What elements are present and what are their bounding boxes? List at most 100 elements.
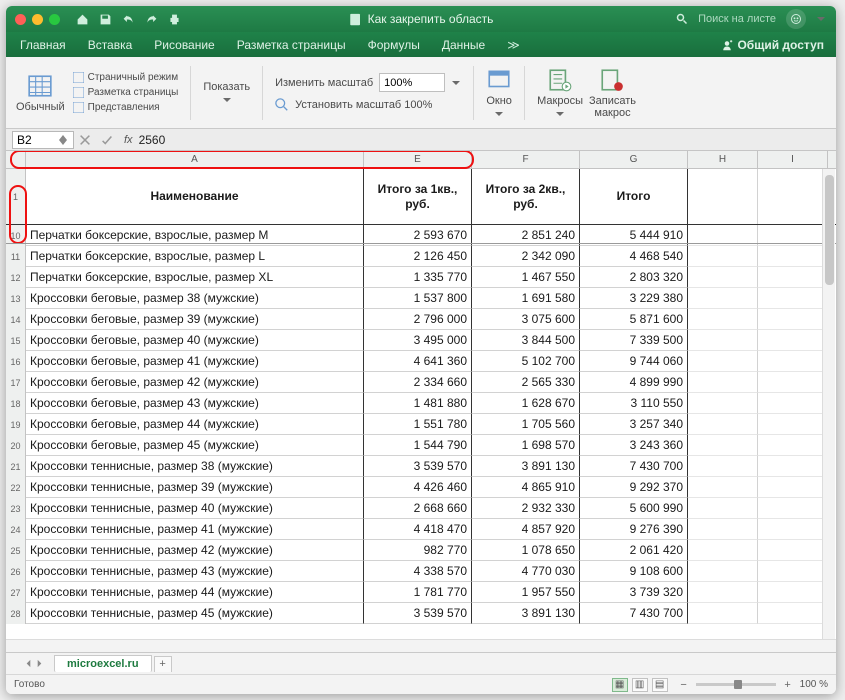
cell-total[interactable]: 9 292 370 bbox=[580, 477, 688, 498]
cell-q2[interactable]: 2 565 330 bbox=[472, 372, 580, 393]
cell-total[interactable]: 9 108 600 bbox=[580, 561, 688, 582]
row-header[interactable]: 15 bbox=[6, 330, 26, 351]
cell-name[interactable]: Кроссовки теннисные, размер 43 (мужские) bbox=[26, 561, 364, 582]
save-icon[interactable] bbox=[99, 13, 112, 26]
column-header[interactable]: E bbox=[364, 151, 472, 168]
row-header[interactable]: 18 bbox=[6, 393, 26, 414]
cell-name[interactable]: Кроссовки беговые, размер 38 (мужские) bbox=[26, 288, 364, 309]
cell-q2[interactable]: 3 075 600 bbox=[472, 309, 580, 330]
row-header[interactable]: 16 bbox=[6, 351, 26, 372]
cell-header-q1[interactable]: Итого за 1кв., руб. bbox=[364, 169, 472, 224]
column-header[interactable]: F bbox=[472, 151, 580, 168]
sheet-tab[interactable]: microexcel.ru bbox=[54, 655, 152, 672]
sheet-next-icon[interactable] bbox=[35, 659, 44, 668]
page-layout-view-icon[interactable]: ▥ bbox=[632, 678, 648, 692]
cell-name[interactable]: Кроссовки теннисные, размер 45 (мужские) bbox=[26, 603, 364, 624]
cell-name[interactable]: Кроссовки беговые, размер 41 (мужские) bbox=[26, 351, 364, 372]
cell-header-total[interactable]: Итого bbox=[580, 169, 688, 224]
cell-name[interactable]: Кроссовки теннисные, размер 42 (мужские) bbox=[26, 540, 364, 561]
cell-header-q2[interactable]: Итого за 2кв., руб. bbox=[472, 169, 580, 224]
cell-q1[interactable]: 2 334 660 bbox=[364, 372, 472, 393]
tab-data[interactable]: Данные bbox=[442, 38, 485, 52]
cell-total[interactable]: 3 243 360 bbox=[580, 435, 688, 456]
cell-q1[interactable]: 3 495 000 bbox=[364, 330, 472, 351]
user-account-icon[interactable] bbox=[786, 9, 806, 29]
print-icon[interactable] bbox=[168, 13, 181, 26]
vertical-scrollbar[interactable] bbox=[822, 169, 835, 639]
cell-name[interactable]: Кроссовки беговые, размер 39 (мужские) bbox=[26, 309, 364, 330]
row-header[interactable]: 20 bbox=[6, 435, 26, 456]
zoom-dropdown-icon[interactable] bbox=[451, 78, 461, 88]
zoom-in-icon[interactable]: + bbox=[782, 679, 794, 691]
formula-input[interactable]: 2560 bbox=[139, 133, 166, 147]
chevron-down-icon[interactable] bbox=[816, 14, 826, 24]
cell-q1[interactable]: 1 781 770 bbox=[364, 582, 472, 603]
cell-q1[interactable]: 4 426 460 bbox=[364, 477, 472, 498]
cell-q2[interactable]: 2 932 330 bbox=[472, 498, 580, 519]
cell-name[interactable]: Кроссовки беговые, размер 43 (мужские) bbox=[26, 393, 364, 414]
cell-q2[interactable]: 3 844 500 bbox=[472, 330, 580, 351]
cell-total[interactable]: 4 899 990 bbox=[580, 372, 688, 393]
cell-q1[interactable]: 3 539 570 bbox=[364, 456, 472, 477]
cell-total[interactable]: 7 430 700 bbox=[580, 603, 688, 624]
row-header[interactable]: 24 bbox=[6, 519, 26, 540]
close-icon[interactable] bbox=[15, 14, 26, 25]
column-header[interactable]: G bbox=[580, 151, 688, 168]
column-header[interactable]: I bbox=[758, 151, 828, 168]
add-sheet-button[interactable]: + bbox=[154, 656, 172, 672]
cell-q1[interactable]: 1 551 780 bbox=[364, 414, 472, 435]
enter-icon[interactable] bbox=[100, 133, 114, 147]
tab-page-layout[interactable]: Разметка страницы bbox=[237, 38, 346, 52]
zoom-100-button[interactable]: Установить масштаб 100% bbox=[275, 98, 461, 112]
cell-name[interactable]: Кроссовки беговые, размер 42 (мужские) bbox=[26, 372, 364, 393]
row-header[interactable]: 28 bbox=[6, 603, 26, 624]
cell-q2[interactable]: 1 628 670 bbox=[472, 393, 580, 414]
row-header[interactable]: 17 bbox=[6, 372, 26, 393]
share-button[interactable]: Общий доступ bbox=[721, 38, 824, 52]
zoom-slider[interactable]: − + 100 % bbox=[678, 679, 828, 691]
cell-q2[interactable]: 5 102 700 bbox=[472, 351, 580, 372]
cell-q2[interactable]: 1 705 560 bbox=[472, 414, 580, 435]
row-header[interactable]: 23 bbox=[6, 498, 26, 519]
column-header[interactable]: A bbox=[26, 151, 364, 168]
tab-draw[interactable]: Рисование bbox=[154, 38, 214, 52]
row-header[interactable]: 25 bbox=[6, 540, 26, 561]
cell-name[interactable]: Перчатки боксерские, взрослые, размер XL bbox=[26, 267, 364, 288]
cell-total[interactable]: 3 229 380 bbox=[580, 288, 688, 309]
cell-q1[interactable]: 2 668 660 bbox=[364, 498, 472, 519]
cell-name[interactable]: Кроссовки беговые, размер 45 (мужские) bbox=[26, 435, 364, 456]
cell-q2[interactable]: 1 467 550 bbox=[472, 267, 580, 288]
zoom-percent[interactable]: 100 % bbox=[800, 679, 828, 690]
row-header[interactable]: 26 bbox=[6, 561, 26, 582]
cell-total[interactable]: 2 803 320 bbox=[580, 267, 688, 288]
show-dropdown[interactable]: Показать bbox=[203, 81, 250, 105]
cell-total[interactable]: 9 276 390 bbox=[580, 519, 688, 540]
cell-q2[interactable]: 3 891 130 bbox=[472, 603, 580, 624]
cell-total[interactable]: 5 871 600 bbox=[580, 309, 688, 330]
row-header[interactable]: 12 bbox=[6, 267, 26, 288]
cell-q2[interactable]: 3 891 130 bbox=[472, 456, 580, 477]
redo-icon[interactable] bbox=[145, 13, 158, 26]
cell-name[interactable]: Кроссовки беговые, размер 40 (мужские) bbox=[26, 330, 364, 351]
horizontal-scrollbar[interactable] bbox=[6, 639, 836, 652]
record-macro-button[interactable]: Записать макрос bbox=[589, 67, 636, 119]
row-header[interactable]: 19 bbox=[6, 414, 26, 435]
custom-views-button[interactable]: Представления bbox=[73, 102, 179, 113]
view-normal-button[interactable]: Обычный bbox=[16, 73, 65, 113]
page-break-view-button[interactable]: Страничный режим bbox=[73, 72, 179, 83]
tab-formulas[interactable]: Формулы bbox=[368, 38, 420, 52]
row-header[interactable]: 22 bbox=[6, 477, 26, 498]
name-box[interactable]: B2 bbox=[12, 131, 74, 149]
cell-total[interactable]: 3 257 340 bbox=[580, 414, 688, 435]
select-all-corner[interactable] bbox=[6, 151, 26, 168]
normal-view-icon[interactable]: ▦ bbox=[612, 678, 628, 692]
cell-name[interactable]: Кроссовки теннисные, размер 40 (мужские) bbox=[26, 498, 364, 519]
sheet-prev-icon[interactable] bbox=[24, 659, 33, 668]
cell-q1[interactable]: 2 796 000 bbox=[364, 309, 472, 330]
window-dropdown[interactable]: Окно bbox=[486, 67, 512, 119]
cell-q2[interactable]: 1 957 550 bbox=[472, 582, 580, 603]
cell-q1[interactable]: 982 770 bbox=[364, 540, 472, 561]
zoom-out-icon[interactable]: − bbox=[678, 679, 690, 691]
cell-name[interactable]: Кроссовки теннисные, размер 39 (мужские) bbox=[26, 477, 364, 498]
cell-q1[interactable]: 1 537 800 bbox=[364, 288, 472, 309]
